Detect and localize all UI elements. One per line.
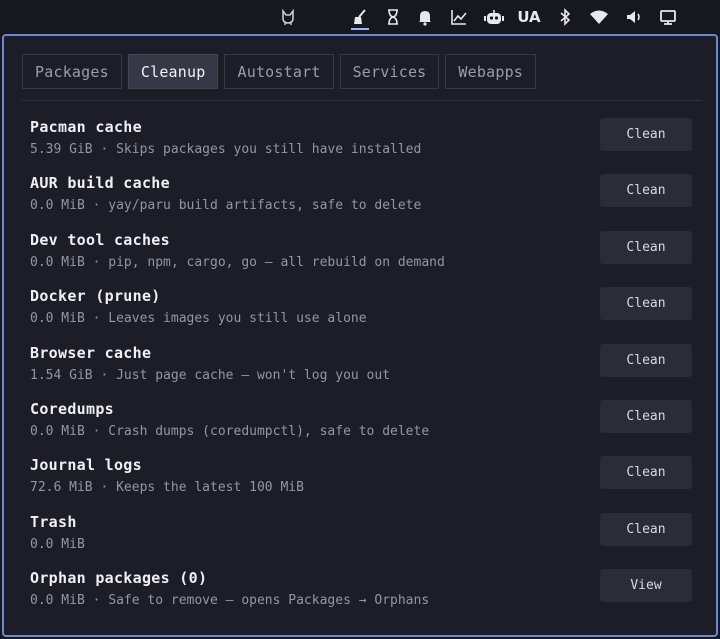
clean-aur-build-cache-button[interactable]: Clean [600, 174, 692, 208]
cleanup-item-pacman-cache: Pacman cache 5.39 GiB · Skips packages y… [30, 114, 700, 170]
item-description: 0.0 MiB · Safe to remove — opens Package… [30, 593, 430, 609]
bell-icon[interactable] [413, 6, 437, 28]
activity-chart-icon[interactable] [447, 6, 471, 28]
clean-dev-tool-caches-button[interactable]: Clean [600, 230, 692, 264]
divider [22, 100, 702, 101]
clean-journal-logs-button[interactable]: Clean [600, 456, 692, 490]
cleanup-item-orphan-packages: Orphan packages (0) 0.0 MiB · Safe to re… [30, 565, 700, 621]
view-orphan-packages-button[interactable]: View [600, 569, 692, 603]
cleanup-item-docker-prune: Docker (prune) 0.0 MiB · Leaves images y… [30, 283, 700, 339]
broom-icon[interactable] [348, 6, 372, 28]
volume-icon[interactable] [622, 6, 646, 28]
clean-docker-button[interactable]: Clean [600, 287, 692, 321]
item-title: Trash [30, 512, 77, 531]
item-title: AUR build cache [30, 174, 170, 193]
tab-bar: Packages Cleanup Autostart Services Weba… [22, 54, 537, 90]
item-title: Docker (prune) [30, 287, 161, 306]
tab-autostart[interactable]: Autostart [224, 54, 334, 89]
cleanup-item-trash: Trash 0.0 MiB Clean [30, 509, 700, 565]
item-title: Orphan packages (0) [30, 569, 208, 588]
item-description: 0.0 MiB [30, 536, 85, 552]
cleanup-panel: Packages Cleanup Autostart Services Weba… [2, 34, 718, 637]
item-description: 0.0 MiB · Crash dumps (coredumpctl), saf… [30, 423, 430, 439]
clean-browser-cache-button[interactable]: Clean [600, 343, 692, 377]
robot-icon[interactable] [482, 6, 506, 28]
clean-trash-button[interactable]: Clean [600, 512, 692, 546]
tab-packages[interactable]: Packages [22, 54, 122, 89]
cleanup-item-browser-cache: Browser cache 1.54 GiB · Just page cache… [30, 340, 700, 396]
bluetooth-icon[interactable] [553, 6, 577, 28]
item-description: 72.6 MiB · Keeps the latest 100 MiB [30, 480, 304, 496]
item-description: 5.39 GiB · Skips packages you still have… [30, 142, 422, 157]
active-indicator [351, 28, 369, 30]
item-title: Browser cache [30, 343, 152, 362]
item-title: Coredumps [30, 399, 114, 418]
monitor-icon[interactable] [656, 6, 680, 28]
hourglass-icon[interactable] [381, 6, 405, 28]
tab-services[interactable]: Services [339, 54, 440, 89]
app-launcher-icon[interactable] [276, 6, 300, 28]
cleanup-item-dev-tool-caches: Dev tool caches 0.0 MiB · pip, npm, carg… [30, 227, 700, 283]
cleanup-list: Pacman cache 5.39 GiB · Skips packages y… [30, 114, 700, 622]
item-title: Dev tool caches [30, 230, 170, 249]
item-description: 0.0 MiB · pip, npm, cargo, go — all rebu… [30, 254, 445, 270]
cleanup-item-coredumps: Coredumps 0.0 MiB · Crash dumps (coredum… [30, 396, 700, 452]
cleanup-item-aur-build-cache: AUR build cache 0.0 MiB · yay/paru build… [30, 170, 700, 226]
item-description: 0.0 MiB · Leaves images you still use al… [30, 311, 367, 327]
clean-coredumps-button[interactable]: Clean [600, 399, 692, 433]
item-description: 1.54 GiB · Just page cache — won't log y… [30, 367, 391, 383]
item-title: Pacman cache [30, 118, 142, 136]
top-bar: UA [0, 0, 720, 34]
wifi-icon[interactable] [587, 6, 611, 28]
cleanup-item-journal-logs: Journal logs 72.6 MiB · Keeps the latest… [30, 452, 700, 508]
tab-webapps[interactable]: Webapps [445, 54, 537, 89]
tab-cleanup[interactable]: Cleanup [127, 54, 219, 89]
item-description: 0.0 MiB · yay/paru build artifacts, safe… [30, 198, 422, 214]
item-title: Journal logs [30, 456, 142, 475]
keyboard-layout[interactable]: UA [516, 6, 542, 28]
clean-pacman-cache-button[interactable]: Clean [600, 118, 692, 151]
